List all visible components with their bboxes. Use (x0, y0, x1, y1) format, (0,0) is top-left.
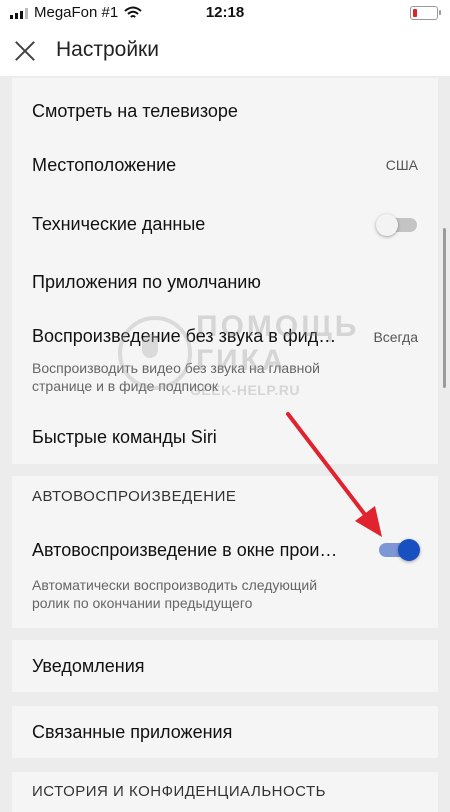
red-arrow-annotation (286, 412, 382, 537)
